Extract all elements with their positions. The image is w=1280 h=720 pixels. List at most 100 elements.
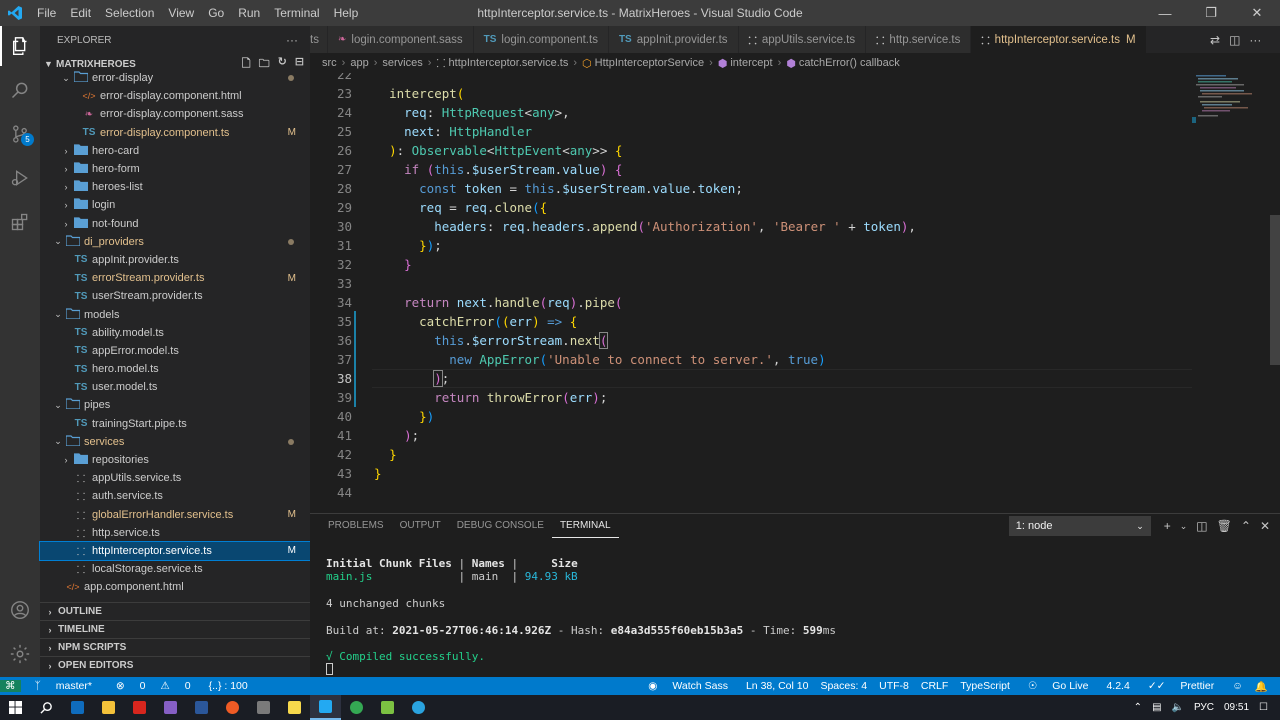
panel-tab-debug-console[interactable]: DEBUG CONSOLE [449,515,552,537]
taskbar-search-icon[interactable] [31,695,62,720]
file-explorer-icon[interactable] [93,695,124,720]
menu-run[interactable]: Run [231,0,267,26]
chrome-icon[interactable] [341,695,372,720]
sticky-notes-icon[interactable] [279,695,310,720]
breadcrumb-item[interactable]: httpInterceptor.service.ts [449,57,569,69]
file-item[interactable]: TS appInit.provider.ts [40,251,310,269]
code-line[interactable]: return next.handle(req).pipe( [374,293,622,312]
menu-file[interactable]: File [30,0,63,26]
volume-icon[interactable]: 🔈 [1172,702,1184,713]
source-control-icon[interactable]: 5 [0,114,40,154]
file-item[interactable]: TS hero.model.ts [40,360,310,378]
calculator-icon[interactable] [248,695,279,720]
breadcrumb-item[interactable]: app [350,57,368,69]
menu-help[interactable]: Help [327,0,366,26]
more-actions-icon[interactable]: ··· [286,33,298,47]
code-line[interactable]: } [374,445,397,464]
code-line[interactable]: }); [374,236,442,255]
menu-go[interactable]: Go [201,0,231,26]
close-icon[interactable]: ✕ [1234,0,1280,26]
file-item[interactable]: TS errorStream.provider.ts M [40,269,310,287]
kill-terminal-icon[interactable]: 🗑 [1217,519,1232,533]
feedback-icon[interactable]: ☺ [1226,680,1249,692]
breadcrumb-item[interactable]: HttpInterceptorService [595,57,704,69]
file-item[interactable]: TS error-display.component.ts M [40,124,310,142]
code-line[interactable]: ); [374,369,449,388]
code-line[interactable]: if (this.$userStream.value) { [374,160,622,179]
tray-overflow-icon[interactable]: ⌃ [1134,702,1142,713]
editor-scrollbar[interactable] [1270,73,1280,513]
encoding[interactable]: UTF-8 [873,680,915,692]
file-item[interactable]: TS ability.model.ts [40,324,310,342]
input-language[interactable]: РУС [1194,702,1214,713]
menu-selection[interactable]: Selection [98,0,161,26]
folder-item[interactable]: ⌄ models [40,305,310,323]
remote-icon[interactable]: ⌘ [0,680,21,692]
code-line[interactable]: return throwError(err); [374,388,607,407]
close-panel-icon[interactable]: ✕ [1260,519,1270,533]
menu-edit[interactable]: Edit [63,0,98,26]
code-line[interactable]: } [374,464,382,483]
folder-item[interactable]: ⌄ error-display [40,69,310,87]
minimize-icon[interactable]: — [1142,0,1188,26]
telegram-icon[interactable] [403,695,434,720]
panel-tab-problems[interactable]: PROBLEMS [320,515,392,537]
editor-tab[interactable]: ⸬ httpInterceptor.service.ts M [971,26,1147,53]
folder-item[interactable]: › hero-card [40,142,310,160]
maximize-panel-icon[interactable]: ⌃ [1241,519,1251,533]
file-item[interactable]: </> app.component.html [40,578,310,596]
file-item[interactable]: </> error-display.component.html [40,87,310,105]
problems-indicator[interactable]: ⊗ 0 ⚠ 0 [104,680,203,692]
split-editor-icon[interactable]: ◫ [1229,33,1240,47]
breadcrumb-item[interactable]: src [322,57,337,69]
section-npm-scripts[interactable]: › NPM SCRIPTS [40,638,310,656]
file-item[interactable]: ⸬ httpInterceptor.service.ts M [39,540,311,562]
cursor-position[interactable]: Ln 38, Col 10 [740,680,814,692]
powershell-icon[interactable] [186,695,217,720]
breadcrumb-item[interactable]: catchError() callback [799,57,900,69]
visual-studio-icon[interactable] [155,695,186,720]
compare-icon[interactable]: ⇄ [1210,33,1220,47]
new-terminal-icon[interactable]: + [1164,519,1171,533]
folder-item[interactable]: › hero-form [40,160,310,178]
file-item[interactable]: ⸬ localStorage.service.ts [40,560,310,578]
folder-item[interactable]: › repositories [40,451,310,469]
code-line[interactable]: headers: req.headers.append('Authorizati… [374,217,916,236]
code-line[interactable]: ); [374,426,419,445]
more-editor-actions-icon[interactable]: ··· [1249,33,1261,47]
folder-item[interactable]: › not-found [40,215,310,233]
section-timeline[interactable]: › TIMELINE [40,620,310,638]
explorer-icon[interactable] [0,26,40,66]
file-item[interactable]: TS trainingStart.pipe.ts [40,415,310,433]
breadcrumb-item[interactable]: services [382,57,422,69]
file-item[interactable]: ⸬ appUtils.service.ts [40,469,310,487]
watch-sass[interactable]: ◉ Watch Sass [636,680,740,692]
notifications-icon[interactable]: 🔔 [1249,680,1274,693]
breadcrumb-item[interactable]: intercept [730,57,772,69]
code-line[interactable]: const token = this.$userStream.value.tok… [374,179,743,198]
file-item[interactable]: ⸬ auth.service.ts [40,487,310,505]
go-live[interactable]: ☉ Go Live [1016,680,1101,692]
file-item[interactable]: TS userStream.provider.ts [40,287,310,305]
folder-item[interactable]: › login [40,196,310,214]
editor-tab[interactable]: TS appInit.provider.ts [608,26,739,53]
panel-tab-output[interactable]: OUTPUT [392,515,449,537]
file-item[interactable]: TS appError.model.ts [40,342,310,360]
acrobat-icon[interactable] [124,695,155,720]
search-icon[interactable] [0,70,40,110]
account-icon[interactable] [0,590,40,630]
git-branch[interactable]: ᛉ master* [23,680,104,692]
mail-icon[interactable] [62,695,93,720]
folder-item[interactable]: ⌄ di_providers [40,233,310,251]
code-line[interactable]: intercept( [374,84,464,103]
file-item[interactable]: TS user.model.ts [40,378,310,396]
terminal-dropdown-icon[interactable]: ⌄ [1180,521,1188,532]
action-center-icon[interactable]: ☐ [1259,702,1268,713]
code-line[interactable]: new AppError('Unable to connect to serve… [374,350,825,369]
code-line[interactable]: this.$errorStream.next( [374,331,609,350]
code-line[interactable]: next: HttpHandler [374,122,532,141]
end-of-line[interactable]: CRLF [915,680,954,692]
code-line[interactable]: } [374,255,412,274]
code-line[interactable]: catchError((err) => { [374,312,577,331]
ts-version[interactable]: 4.2.4 [1100,680,1135,692]
